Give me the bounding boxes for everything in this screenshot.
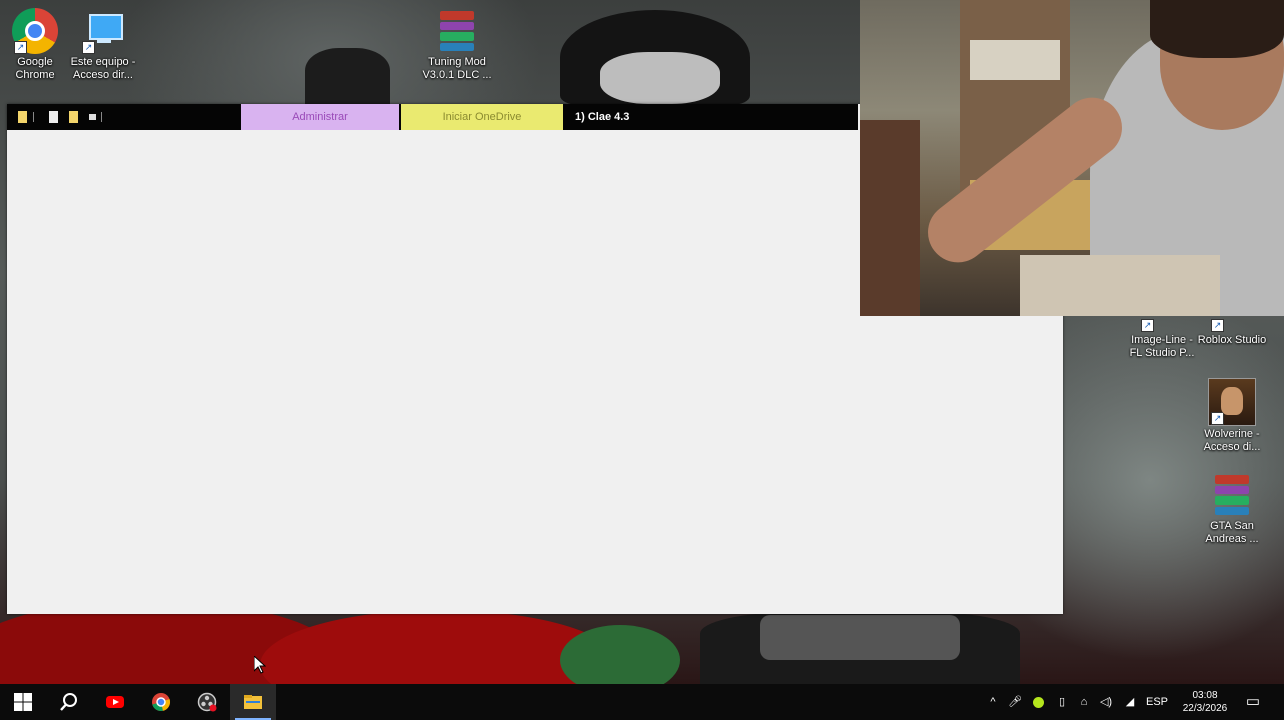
folder-icon[interactable] — [18, 111, 27, 123]
window-title: 1) Clae 4.3 — [575, 111, 630, 123]
winrar-archive-icon — [434, 8, 480, 54]
separator — [101, 112, 102, 122]
customize-toolbar-icon[interactable] — [89, 114, 96, 120]
desktop-icon-label: Google Chrome — [15, 56, 55, 81]
desktop-icon-gta-san-andreas[interactable]: GTA San Andreas ... — [1195, 472, 1269, 546]
desktop-icon-label: Tuning Mod V3.0.1 DLC ... — [422, 56, 492, 81]
desktop-icon-tuning-mod[interactable]: Tuning Mod V3.0.1 DLC ... — [420, 8, 494, 82]
shortcut-arrow-icon: ↗ — [1211, 319, 1224, 332]
notification-center-button[interactable]: ▭ — [1240, 684, 1266, 720]
shortcut-arrow-icon: ↗ — [14, 41, 27, 54]
language-indicator[interactable]: ESP — [1144, 684, 1170, 720]
obs-icon — [197, 692, 217, 712]
youtube-icon — [106, 696, 124, 708]
new-folder-icon[interactable] — [69, 111, 78, 123]
start-button[interactable] — [0, 684, 46, 720]
clock[interactable]: 03:08 22/3/2026 — [1170, 689, 1240, 715]
folder-icon — [244, 695, 262, 709]
webcam-door — [860, 120, 920, 316]
desktop-icon-label: Roblox Studio — [1197, 334, 1267, 346]
desktop-icon-wolverine[interactable]: ↗ Wolverine - Acceso di... — [1195, 378, 1269, 454]
webcam-couch — [1020, 255, 1220, 316]
microphone-icon[interactable]: 🎤︎ — [1008, 684, 1022, 720]
app-tray-icon[interactable] — [1030, 684, 1046, 720]
shortcut-arrow-icon: ↗ — [82, 41, 95, 54]
taskbar-obs[interactable] — [184, 684, 230, 720]
desktop-icon-label: Este equipo - Acceso dir... — [70, 56, 136, 81]
properties-icon[interactable] — [49, 111, 58, 123]
tab-iniciar-onedrive[interactable]: Iniciar OneDrive — [401, 104, 563, 130]
chrome-icon: ↗ — [12, 8, 58, 54]
battery-icon[interactable]: ▯ — [1054, 684, 1070, 720]
network-icon[interactable]: ⌂ — [1076, 684, 1092, 720]
ribbon-title-bar: Administrar Iniciar OneDrive 1) Clae 4.3 — [7, 104, 858, 130]
desktop-icon-label: Wolverine - Acceso di... — [1203, 428, 1261, 453]
separator — [33, 112, 34, 122]
desktop-icon-this-pc[interactable]: ↗ Este equipo - Acceso dir... — [66, 8, 140, 82]
wallpaper-hand — [305, 48, 390, 104]
taskbar-file-explorer[interactable] — [230, 684, 276, 720]
taskbar-chrome[interactable] — [138, 684, 184, 720]
webcam-overlay — [860, 0, 1284, 316]
taskbar-youtube[interactable] — [92, 684, 138, 720]
wallpaper-face — [600, 52, 720, 104]
shortcut-arrow-icon: ↗ — [1211, 412, 1224, 425]
webcam-shelf-items — [970, 40, 1060, 80]
computer-icon: ↗ — [80, 8, 126, 54]
wallpaper-blood — [560, 625, 680, 684]
wallpaper-gun — [760, 615, 960, 660]
volume-icon[interactable]: ◁) — [1098, 684, 1114, 720]
search-button[interactable] — [46, 684, 92, 720]
desktop-icon-label: GTA San Andreas ... — [1205, 520, 1259, 545]
mouse-cursor-icon — [254, 656, 266, 674]
wifi-icon[interactable]: ◢ — [1122, 684, 1138, 720]
desktop-icon-label: Image-Line - FL Studio P... — [1129, 334, 1195, 359]
desktop-icon-chrome[interactable]: ↗ Google Chrome — [0, 8, 72, 82]
tab-administrar[interactable]: Administrar — [241, 104, 399, 130]
taskbar: ^ 🎤︎ ▯ ⌂ ◁) ◢ ESP 03:08 22/3/2026 ▭ — [0, 684, 1284, 720]
show-hidden-icons-button[interactable]: ^ — [986, 684, 1000, 720]
chrome-icon — [152, 693, 171, 712]
shortcut-arrow-icon: ↗ — [1141, 319, 1154, 332]
clock-time: 03:08 — [1192, 690, 1218, 701]
winrar-archive-icon — [1209, 472, 1255, 518]
windows-icon — [14, 693, 32, 711]
search-icon — [60, 693, 77, 711]
wolverine-game-icon: ↗ — [1208, 378, 1256, 426]
clock-date: 22/3/2026 — [1182, 703, 1228, 714]
webcam-person-hair — [1150, 0, 1284, 58]
